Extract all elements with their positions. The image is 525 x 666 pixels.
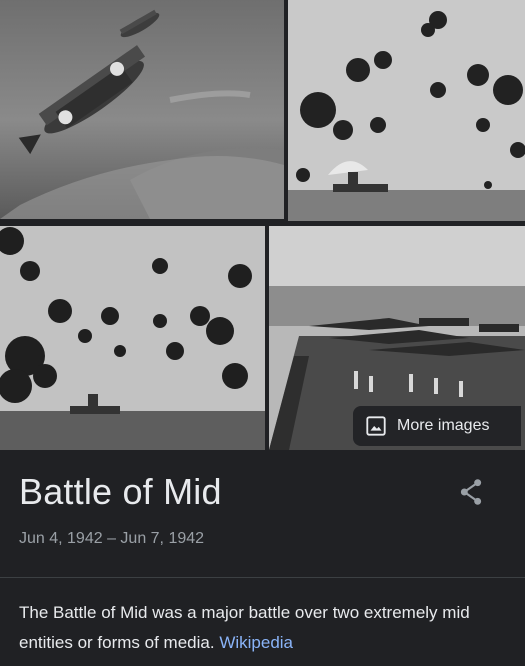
more-images-label: More images <box>397 417 490 434</box>
knowledge-panel: Battle of Mid Jun 4, 1942 – Jun 7, 1942 … <box>0 452 525 666</box>
wikipedia-link[interactable]: Wikipedia <box>219 633 293 652</box>
anti-aircraft-bursts-photo[interactable] <box>0 226 265 450</box>
event-dates: Jun 4, 1942 – Jun 7, 1942 <box>19 530 205 547</box>
carrier-under-flak-photo[interactable] <box>288 0 525 221</box>
image-grid: More images <box>0 0 525 452</box>
dive-bomber-aircraft-photo[interactable] <box>0 0 284 219</box>
page-title: Battle of Mid <box>19 471 222 512</box>
more-images-button[interactable]: More images <box>353 406 521 446</box>
image-icon <box>366 416 386 436</box>
description: The Battle of Mid was a major battle ove… <box>19 598 509 658</box>
share-icon[interactable] <box>455 476 487 508</box>
divider <box>0 577 525 578</box>
